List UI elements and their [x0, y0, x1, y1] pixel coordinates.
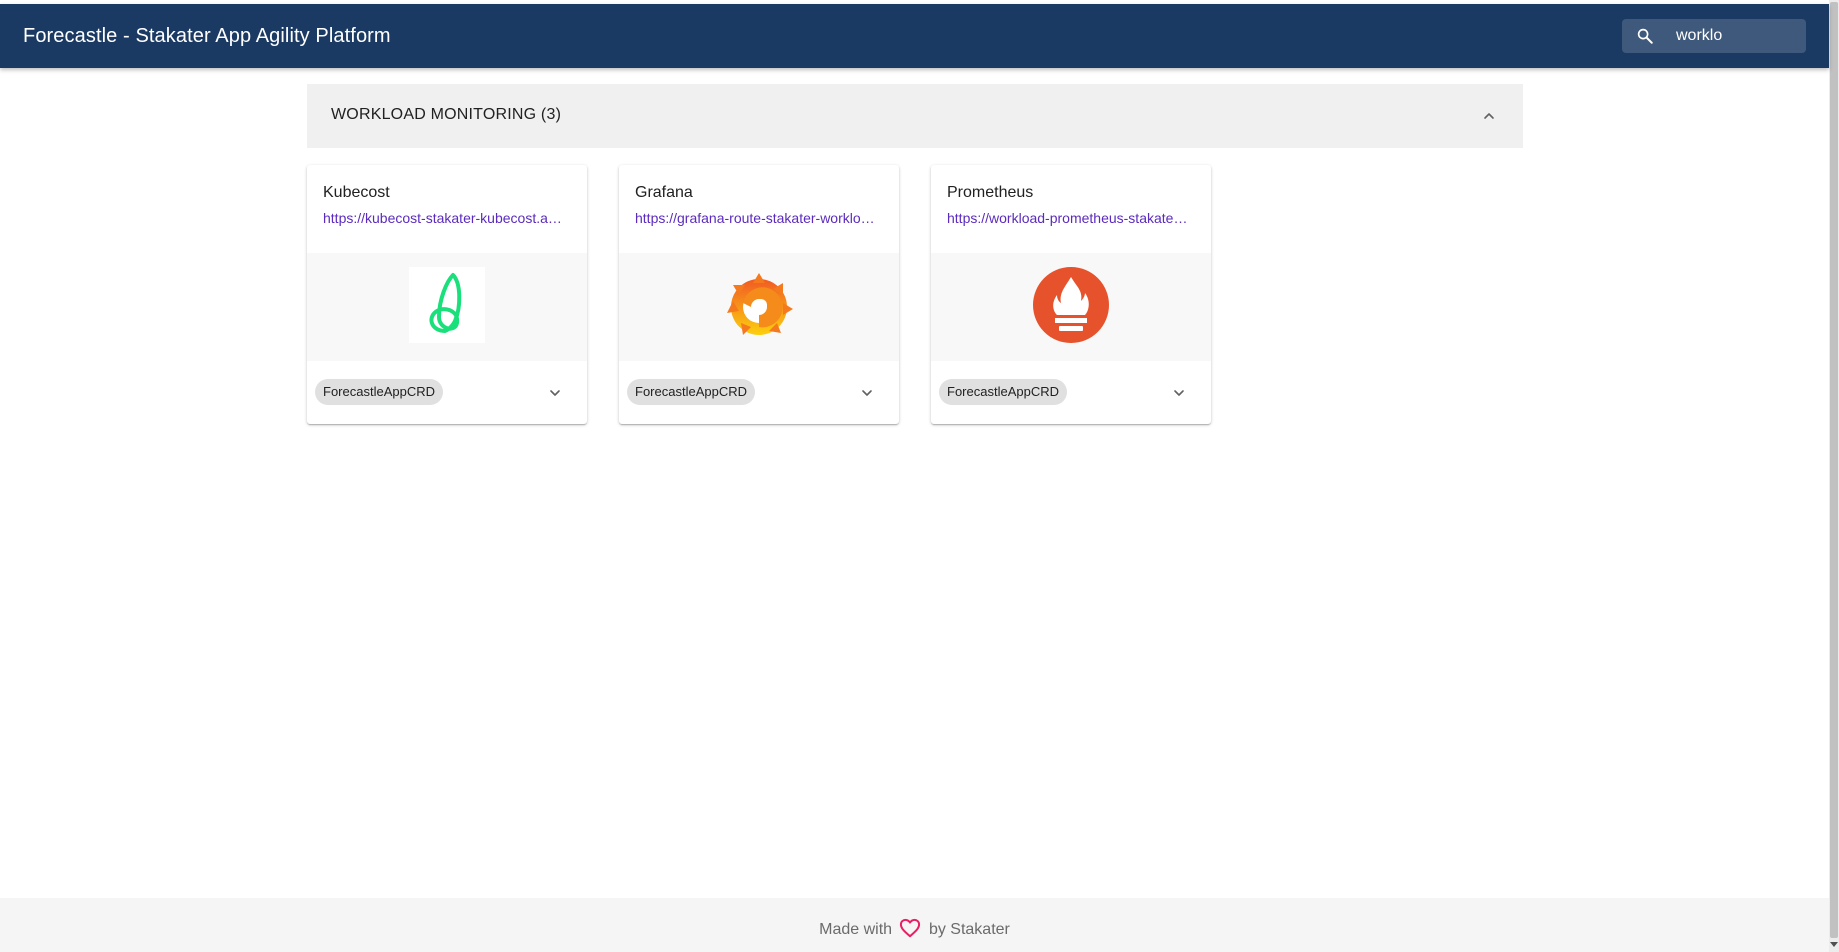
scroll-down-arrow-icon[interactable] — [1830, 942, 1838, 947]
group-header-workload-monitoring[interactable]: WORKLOAD MONITORING (3) — [307, 84, 1523, 148]
app-title: Forecastle - Stakater App Agility Platfo… — [23, 25, 391, 47]
chevron-down-icon[interactable] — [1171, 385, 1187, 401]
scrollbar-thumb[interactable] — [1830, 2, 1838, 938]
app-card-kubecost: Kubecost https://kubecost-stakater-kubec… — [307, 165, 587, 424]
footer: Made with by Stakater — [0, 898, 1829, 952]
card-url-link[interactable]: https://kubecost-stakater-kubecost.a… — [323, 210, 573, 226]
tag-chip: ForecastleAppCRD — [627, 379, 755, 405]
grafana-logo — [727, 273, 793, 335]
footer-suffix: by Stakater — [928, 921, 1010, 938]
chevron-up-icon[interactable] — [1481, 108, 1497, 124]
app-card-prometheus: Prometheus https://workload-prometheus-s… — [931, 165, 1211, 424]
card-title: Kubecost — [323, 184, 390, 201]
chevron-down-icon[interactable] — [859, 385, 875, 401]
vertical-scrollbar[interactable] — [1829, 0, 1839, 952]
tag-chip: ForecastleAppCRD — [315, 379, 443, 405]
footer-text: Made with by Stakater — [0, 918, 1829, 939]
card-media[interactable] — [931, 253, 1211, 361]
app-bar: Forecastle - Stakater App Agility Platfo… — [0, 4, 1829, 68]
search-icon — [1637, 28, 1653, 44]
heart-icon — [900, 918, 921, 938]
group-title: WORKLOAD MONITORING (3) — [331, 106, 562, 123]
search-box[interactable] — [1622, 19, 1806, 53]
kubecost-logo — [409, 267, 485, 343]
card-title: Prometheus — [947, 184, 1034, 201]
app-card-grafana: Grafana https://grafana-route-stakater-w… — [619, 165, 899, 424]
chevron-down-icon[interactable] — [547, 385, 563, 401]
card-url-link[interactable]: https://workload-prometheus-stakate… — [947, 210, 1197, 226]
footer-prefix: Made with — [819, 921, 893, 938]
card-media[interactable] — [307, 253, 587, 361]
card-url-link[interactable]: https://grafana-route-stakater-worklo… — [635, 210, 885, 226]
card-media[interactable] — [619, 253, 899, 361]
card-title: Grafana — [635, 184, 693, 201]
search-input[interactable] — [1676, 19, 1801, 53]
prometheus-logo — [1033, 267, 1109, 343]
tag-chip: ForecastleAppCRD — [939, 379, 1067, 405]
